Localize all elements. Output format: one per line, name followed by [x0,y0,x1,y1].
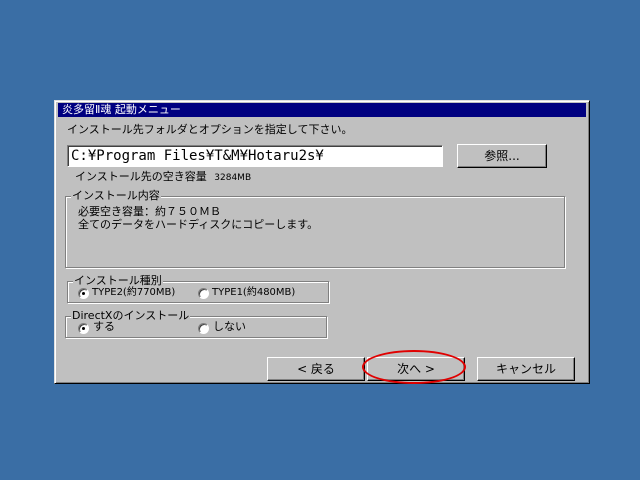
install-type-legend: インストール種別 [73,274,163,288]
type2-radio[interactable] [78,288,89,299]
directx-no-label[interactable]: しない [213,321,246,333]
install-path-field[interactable]: C:¥Program Files¥T&M¥Hotaru2s¥ [67,145,443,167]
browse-button[interactable]: 参照... [457,144,547,168]
install-dialog: 炎多留Ⅱ魂 起動メニュー インストール先フォルダとオプションを指定して下さい。 … [54,100,590,384]
type1-label[interactable]: TYPE1(約480MB) [212,287,295,299]
directx-no-radio[interactable] [198,323,209,334]
install-type-group: インストール種別 TYPE2(約770MB) TYPE1(約480MB) [67,274,329,303]
install-contents-group: インストール内容 必要空き容量：約７５０ＭＢ 全てのデータをハードディスクにコピ… [65,189,565,268]
next-button[interactable]: 次へ > [367,357,465,381]
directx-yes-label[interactable]: する [93,321,115,333]
instruction-text: インストール先フォルダとオプションを指定して下さい。 [67,123,353,136]
window-title: 炎多留Ⅱ魂 起動メニュー [58,103,586,117]
type1-radio[interactable] [198,288,209,299]
directx-legend: DirectXのインストール [71,309,191,323]
radio-selected-dot [82,327,85,330]
required-space-text: 必要空き容量：約７５０ＭＢ [78,205,221,218]
install-contents-legend: インストール内容 [71,189,161,203]
copy-description-text: 全てのデータをハードディスクにコピーします。 [78,218,319,231]
back-button[interactable]: < 戻る [267,357,365,381]
directx-group: DirectXのインストール する しない [65,309,327,338]
cancel-button[interactable]: キャンセル [477,357,575,381]
radio-selected-dot [82,292,85,295]
type2-label[interactable]: TYPE2(約770MB) [92,287,175,299]
free-space-row: インストール先の空き容量 3284MB [75,170,251,185]
free-space-value: 3284MB [214,173,252,183]
directx-yes-radio[interactable] [78,323,89,334]
free-space-label: インストール先の空き容量 [75,170,207,183]
